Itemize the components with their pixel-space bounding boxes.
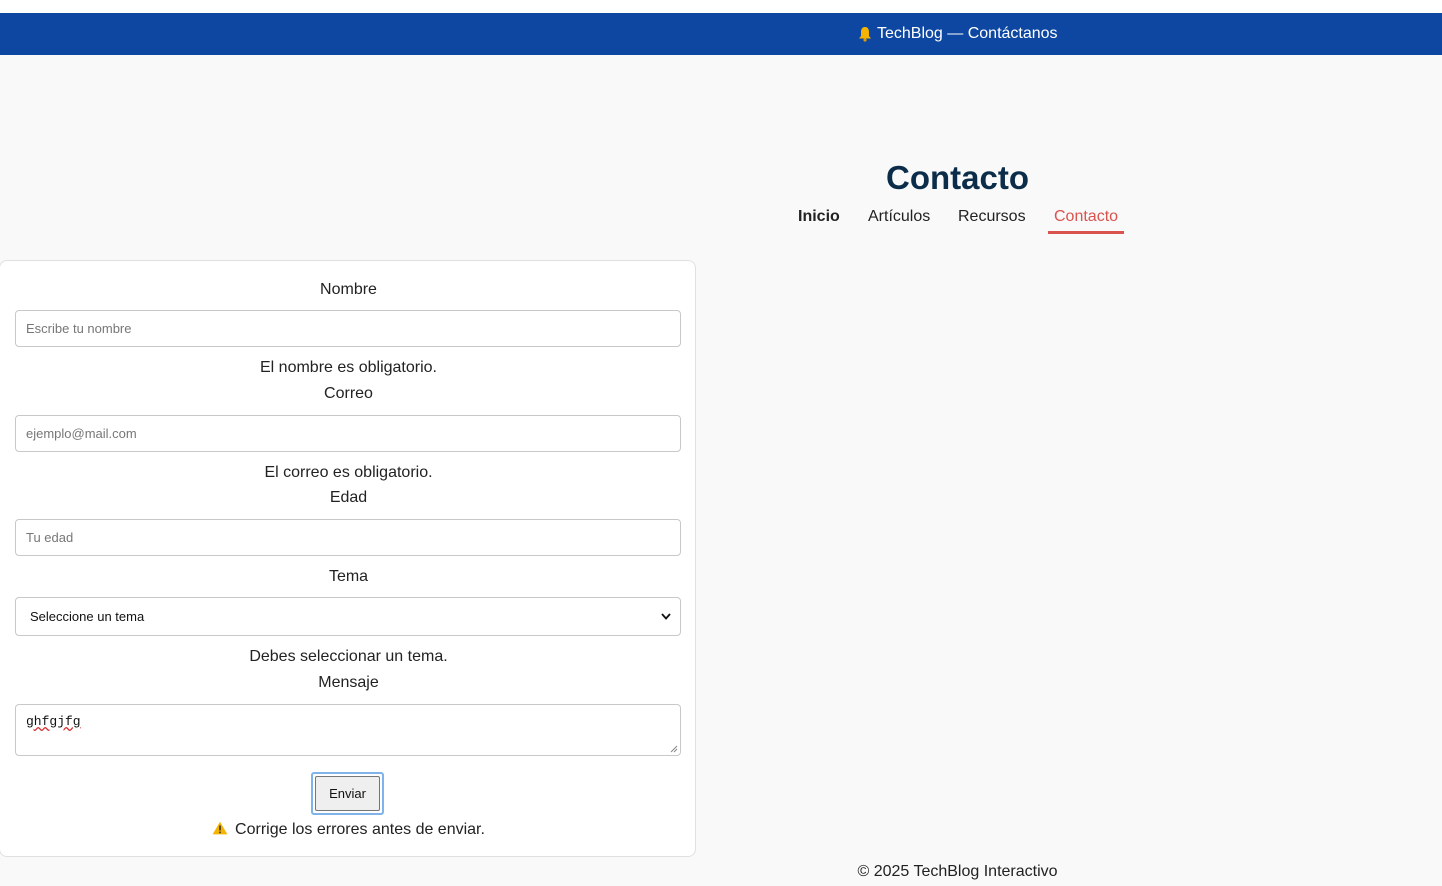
name-label: Nombre [320,281,377,298]
name-error: El nombre es obligatorio. [260,359,437,376]
nav-item-inicio[interactable]: Inicio [792,206,846,231]
email-label: Correo [324,385,373,402]
form-error-message: Corrige los errores antes de enviar. [0,820,697,840]
message-text: ghfgjfg [26,714,81,729]
page-title: Contacto [886,159,1029,196]
banner-title: TechBlog — Contáctanos [877,25,1058,42]
nav-item-articulos[interactable]: Artículos [862,206,936,231]
topic-label: Tema [328,568,369,585]
email-error: El correo es obligatorio. [264,464,433,481]
form-error-text: Corrige los errores antes de enviar. [235,821,485,838]
warning-icon [212,821,228,835]
site-banner: TechBlog — Contáctanos [0,13,1442,55]
submit-button[interactable]: Enviar [315,776,380,811]
footer-text: © 2025 TechBlog Interactivo [857,863,1058,880]
resize-handle-icon[interactable] [670,745,678,753]
age-label: Edad [329,489,368,506]
banner-content: TechBlog — Contáctanos [858,24,1058,44]
topic-select[interactable]: Seleccione un tema [15,597,681,636]
contact-form: Nombre El nombre es obligatorio. Correo … [0,260,696,857]
nav-item-recursos[interactable]: Recursos [952,206,1032,231]
age-input[interactable] [15,519,681,556]
message-textarea[interactable]: ghfgjfg [15,704,681,756]
email-input[interactable] [15,415,681,452]
chevron-down-icon [661,613,671,620]
main-nav: Inicio Artículos Recursos Contacto [0,206,1442,236]
bell-icon [859,27,871,42]
nav-item-contacto[interactable]: Contacto [1048,206,1125,234]
top-strip [0,0,1442,13]
submit-focus-ring: Enviar [311,772,384,815]
message-label: Mensaje [318,674,379,691]
page-footer: © 2025 TechBlog Interactivo [0,862,1442,882]
topic-selected-value: Seleccione un tema [30,609,145,624]
name-input[interactable] [15,310,681,347]
topic-error: Debes seleccionar un tema. [249,648,448,665]
